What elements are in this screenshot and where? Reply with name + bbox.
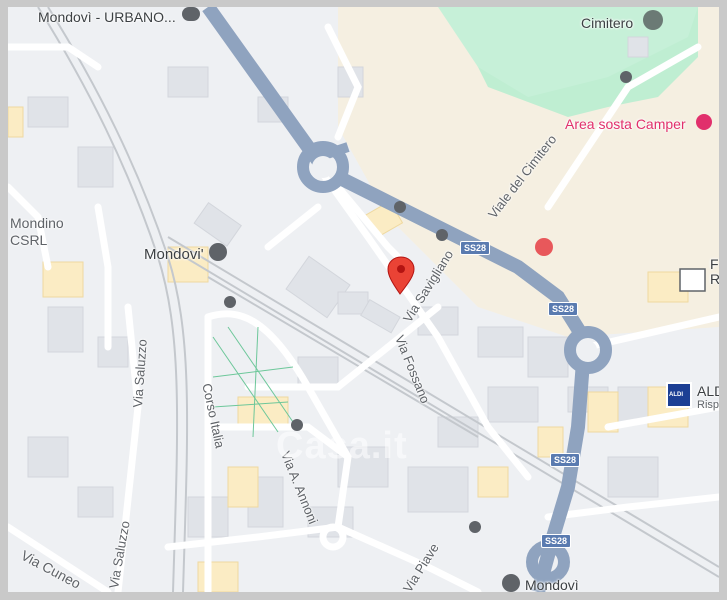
store-icon — [679, 268, 706, 292]
label-mondovi-urbano: Mondovì - URBANO... — [38, 9, 176, 25]
label-area-sosta[interactable]: Area sosta Camper — [565, 116, 686, 132]
label-mondino: Mondino — [10, 215, 64, 231]
cemetery-icon — [643, 10, 663, 30]
label-aldi[interactable]: ALDI — [697, 383, 719, 399]
label-aldi-sub: Risp — [697, 399, 719, 411]
map-canvas[interactable]: Mondovì - URBANO... Cimitero Area sosta … — [8, 7, 719, 592]
map-base — [8, 7, 719, 592]
road-shield: SS28 — [548, 302, 579, 316]
label-cimitero[interactable]: Cimitero — [581, 15, 633, 31]
health-icon — [535, 238, 553, 256]
camper-icon — [696, 114, 712, 130]
aldi-logo-text: ALDI — [669, 392, 683, 398]
road-shield: SS28 — [550, 453, 581, 467]
road-shield: SS28 — [460, 241, 491, 255]
label-mondovi-bottom[interactable]: Mondovì — [525, 577, 579, 592]
label-edge-2: R — [710, 271, 719, 287]
label-mondino-2: CSRL — [10, 232, 48, 248]
road-shield: SS28 — [541, 534, 572, 548]
label-mondovi-station[interactable]: Mondovi' — [144, 246, 204, 263]
label-edge-1: F — [710, 256, 719, 272]
watermark: Casa.it — [276, 425, 408, 467]
